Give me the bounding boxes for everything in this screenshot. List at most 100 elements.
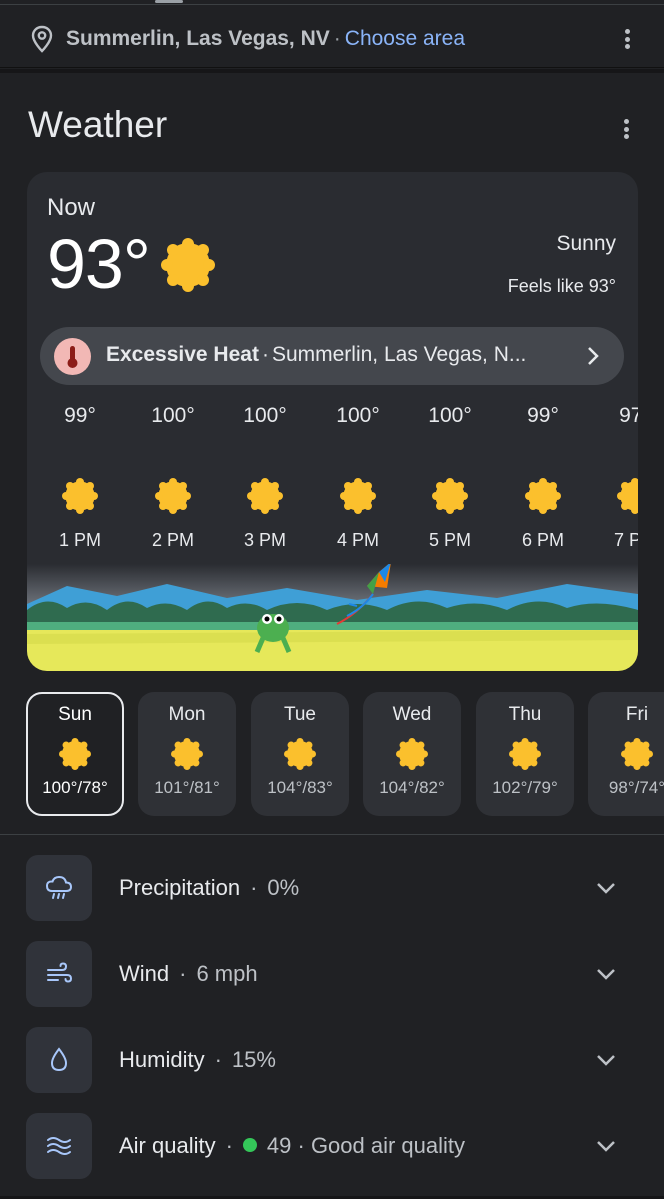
hourly-temp: 100° — [428, 404, 472, 427]
precipitation-label: Precipitation · 0% — [119, 875, 299, 901]
day-name: Tue — [283, 704, 317, 725]
location-name: Summerlin, Las Vegas, NV — [66, 27, 330, 50]
sun-icon — [396, 738, 428, 770]
detail-value: 49 · Good air quality — [266, 1133, 466, 1158]
location-line: Summerlin, Las Vegas, NV · Choose area — [66, 27, 465, 51]
section-separator — [0, 69, 664, 73]
frog-kite-illustration — [27, 564, 638, 671]
current-weather-card: Now 93° Sunny Feels like 93° Excessive H… — [27, 172, 638, 671]
detail-value: 6 mph — [196, 961, 258, 986]
hourly-time: 2 PM — [151, 530, 194, 550]
top-indicator — [155, 0, 183, 3]
day-name: Mon — [168, 704, 206, 725]
hourly-temp: 100° — [151, 404, 195, 427]
choose-area-link[interactable]: Choose area — [345, 27, 465, 50]
day-card-wed[interactable]: Wed 104°/82° — [363, 692, 461, 816]
hourly-temp: 100° — [336, 404, 380, 427]
sun-icon — [155, 478, 191, 514]
wind-icon — [26, 941, 92, 1007]
day-card-fri[interactable]: Fri 98°/74° — [588, 692, 664, 816]
hourly-item: 97° 7 PM — [589, 404, 638, 551]
droplet-icon — [26, 1027, 92, 1093]
sun-icon — [171, 738, 203, 770]
hourly-item: 99° 6 PM — [497, 404, 589, 551]
day-temp-range: 98°/74° — [608, 778, 664, 797]
hourly-time: 7 PM — [613, 530, 638, 550]
detail-name: Air quality — [119, 1133, 216, 1158]
day-name: Wed — [392, 704, 432, 725]
day-card-tue[interactable]: Tue 104°/83° — [251, 692, 349, 816]
day-temp-range: 104°/82° — [379, 778, 445, 797]
sun-icon — [284, 738, 316, 770]
hourly-time: 4 PM — [336, 530, 379, 550]
alert-area: Summerlin, Las Vegas, N... — [271, 343, 527, 366]
chevron-right-icon — [588, 347, 599, 365]
sun-icon — [525, 478, 561, 514]
alert-separator: · — [261, 343, 269, 366]
hourly-item: 100° 4 PM — [312, 404, 404, 551]
sun-icon — [161, 238, 215, 292]
humidity-row[interactable]: Humidity · 15% — [26, 1027, 638, 1093]
thermometer-icon — [54, 338, 91, 375]
chevron-down-icon — [597, 1141, 615, 1152]
hourly-temp: 99° — [64, 404, 96, 427]
day-card-sun[interactable]: Sun 100°/78° — [26, 692, 124, 816]
location-pin-icon — [31, 25, 53, 53]
air-quality-row[interactable]: Air quality · 49 · Good air quality — [26, 1113, 638, 1179]
detail-name: Precipitation — [119, 875, 241, 900]
precipitation-row[interactable]: Precipitation · 0% — [26, 855, 638, 921]
chevron-down-icon — [597, 969, 615, 980]
rain-cloud-icon — [26, 855, 92, 921]
weather-more-icon[interactable] — [616, 117, 636, 141]
detail-separator: · — [225, 1133, 233, 1158]
air-quality-icon — [26, 1113, 92, 1179]
day-temp-range: 102°/79° — [492, 778, 558, 797]
section-divider — [0, 834, 664, 835]
detail-separator: · — [214, 1047, 222, 1072]
hourly-forecast[interactable]: 99° 1 PM 100° 2 PM 100° 3 PM 100° 4 PM 1… — [27, 404, 638, 564]
day-temp-range: 101°/81° — [154, 778, 220, 797]
air-quality-label: Air quality · 49 · Good air quality — [119, 1133, 465, 1159]
feels-like-text: Feels like 93° — [507, 276, 616, 296]
sun-icon — [617, 478, 638, 514]
alert-text: Excessive Heat · Summerlin, Las Vegas, N..… — [106, 343, 526, 367]
hourly-temp: 97° — [619, 404, 638, 427]
sun-icon — [509, 738, 541, 770]
sun-icon — [247, 478, 283, 514]
day-name: Thu — [508, 704, 542, 725]
sun-icon — [432, 478, 468, 514]
day-card-mon[interactable]: Mon 101°/81° — [138, 692, 236, 816]
condition-text: Sunny — [556, 232, 616, 255]
day-card-thu[interactable]: Thu 102°/79° — [476, 692, 574, 816]
hourly-time: 3 PM — [243, 530, 286, 550]
wind-row[interactable]: Wind · 6 mph — [26, 941, 638, 1007]
hourly-item: 100° 5 PM — [404, 404, 496, 551]
wind-label: Wind · 6 mph — [119, 961, 258, 987]
weather-title: Weather — [28, 104, 168, 145]
hourly-time: 1 PM — [58, 530, 101, 550]
location-more-icon[interactable] — [617, 27, 637, 51]
hourly-time: 6 PM — [521, 530, 564, 550]
day-temp-range: 104°/83° — [267, 778, 333, 797]
daily-forecast: Sun 100°/78° Mon 101°/81° Tue 104°/83° W… — [26, 692, 664, 816]
day-temp-range: 100°/78° — [42, 778, 108, 797]
day-name: Sun — [58, 704, 92, 725]
detail-separator: · — [179, 961, 187, 986]
heat-alert-chip[interactable]: Excessive Heat · Summerlin, Las Vegas, N..… — [40, 327, 624, 385]
hourly-temp: 99° — [527, 404, 559, 427]
detail-name: Wind — [119, 961, 170, 986]
chevron-down-icon — [597, 883, 615, 894]
day-name: Fri — [625, 704, 649, 725]
sun-icon — [62, 478, 98, 514]
detail-value: 15% — [231, 1047, 276, 1072]
hourly-time: 5 PM — [428, 530, 471, 550]
chevron-down-icon — [597, 1055, 615, 1066]
current-temperature: 93° — [47, 225, 151, 303]
humidity-label: Humidity · 15% — [119, 1047, 276, 1073]
detail-name: Humidity — [119, 1047, 205, 1072]
now-label: Now — [47, 194, 96, 221]
sun-icon — [621, 738, 653, 770]
detail-separator: · — [250, 875, 258, 900]
hourly-item: 99° 1 PM — [34, 404, 126, 551]
alert-title: Excessive Heat — [106, 343, 259, 366]
